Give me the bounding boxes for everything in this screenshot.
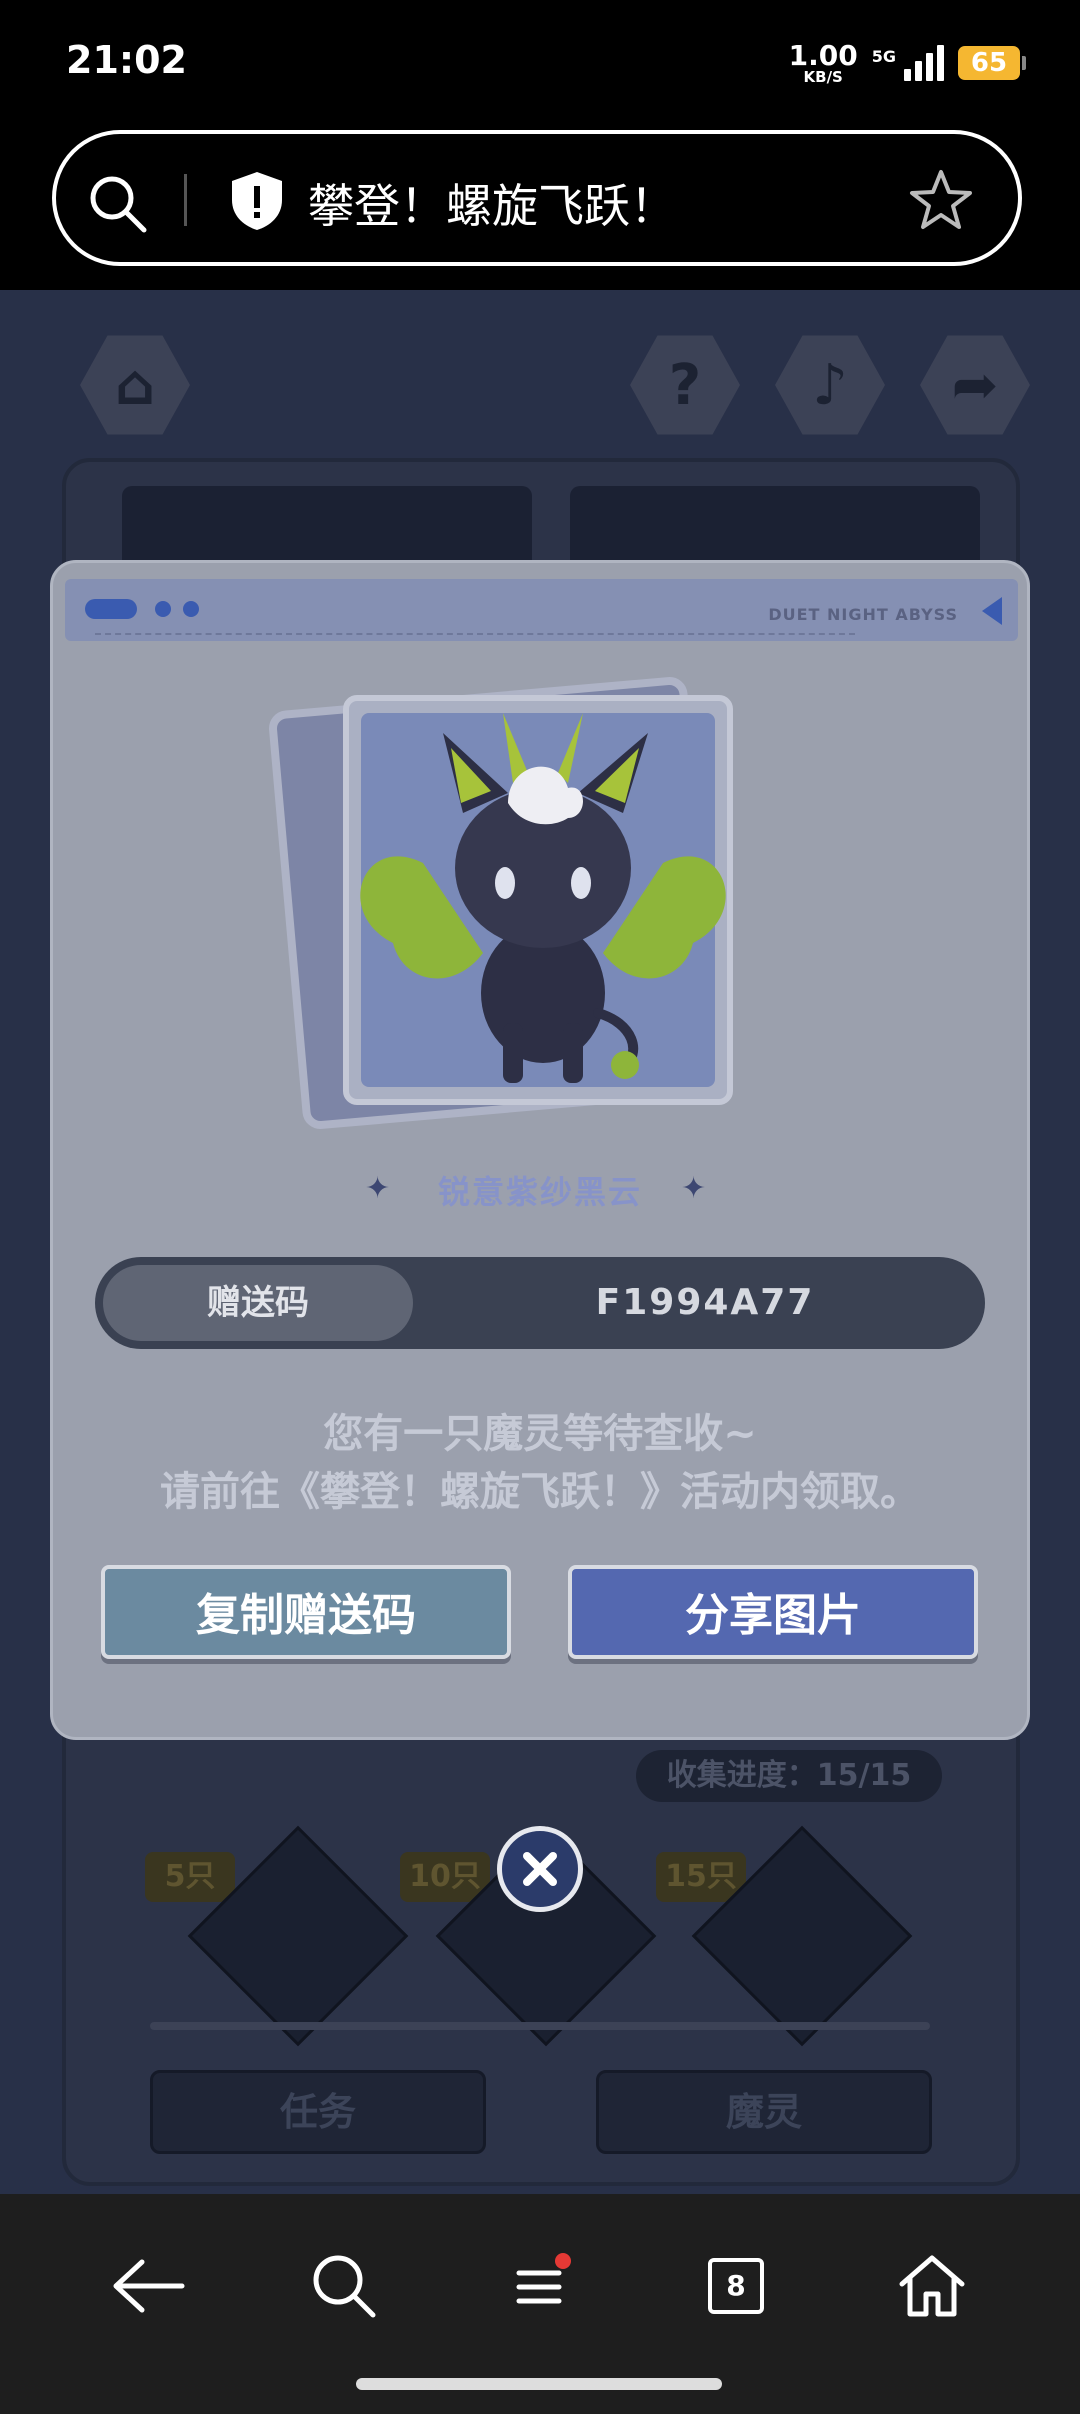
message-line-2: 请前往《攀登！螺旋飞跃！》活动内领取。 bbox=[160, 1469, 920, 1515]
browser-toolbar: 攀登！螺旋飞跃！ bbox=[0, 128, 1080, 290]
signal-icon bbox=[904, 45, 944, 81]
sparkle-icon: ✦ bbox=[681, 1171, 707, 1206]
status-icons: 1.00 KB/S 5G 65 bbox=[788, 38, 1026, 86]
music-icon: ♪ bbox=[775, 335, 885, 435]
menu-icon bbox=[516, 2253, 571, 2304]
close-icon bbox=[523, 1852, 557, 1886]
network-type: 5G bbox=[871, 46, 896, 66]
search-button[interactable] bbox=[304, 2246, 384, 2326]
divider bbox=[184, 174, 187, 226]
home-game-icon: ⌂ bbox=[80, 335, 190, 435]
shield-icon[interactable] bbox=[228, 170, 286, 236]
gift-code-dialog: DUET NIGHT ABYSS ✦ 锐意紫纱黑云 ✦ 赠送码 F1994A77… bbox=[50, 560, 1030, 1740]
header-arrow-icon bbox=[982, 597, 1002, 625]
gift-code-value: F1994A77 bbox=[595, 1282, 815, 1323]
tabs-button[interactable]: 8 bbox=[696, 2246, 776, 2326]
address-bar[interactable]: 攀登！螺旋飞跃！ bbox=[52, 130, 1022, 266]
status-bar: 21:02 1.00 KB/S 5G 65 bbox=[0, 0, 1080, 128]
star-icon[interactable] bbox=[908, 168, 974, 236]
search-icon[interactable] bbox=[86, 172, 150, 240]
search-icon bbox=[313, 2255, 376, 2318]
pet-illustration bbox=[360, 713, 726, 1083]
progress-track bbox=[150, 2022, 930, 2030]
share-game-icon: ➦ bbox=[920, 335, 1030, 435]
spirits-button: 魔灵 bbox=[596, 2070, 932, 2154]
close-button[interactable] bbox=[497, 1826, 583, 1912]
message-line-1: 您有一只魔灵等待查收~ bbox=[323, 1411, 757, 1457]
battery-icon: 65 bbox=[958, 46, 1026, 80]
share-image-button[interactable]: 分享图片 bbox=[568, 1565, 978, 1659]
gift-code-bar: 赠送码 F1994A77 bbox=[95, 1257, 985, 1349]
tasks-button: 任务 bbox=[150, 2070, 486, 2154]
clock: 21:02 bbox=[66, 38, 187, 82]
collection-progress: 收集进度：15/15 bbox=[636, 1750, 942, 1802]
header-dot bbox=[183, 601, 199, 617]
network-speed: 1.00 KB/S bbox=[788, 38, 858, 86]
menu-button[interactable] bbox=[500, 2246, 580, 2326]
copy-code-button[interactable]: 复制赠送码 bbox=[101, 1565, 511, 1659]
page-title[interactable]: 攀登！螺旋飞跃！ bbox=[308, 170, 676, 236]
home-button[interactable] bbox=[892, 2246, 972, 2326]
net-speed-value: 1.00 bbox=[788, 38, 858, 72]
header-dot bbox=[155, 601, 171, 617]
header-decoration bbox=[85, 599, 137, 619]
home-icon bbox=[899, 2255, 965, 2317]
pet-name: 锐意紫纱黑云 bbox=[437, 1173, 642, 1211]
header-line bbox=[95, 633, 855, 635]
net-speed-unit: KB/S bbox=[803, 67, 843, 86]
notification-dot bbox=[555, 2253, 571, 2269]
help-icon: ? bbox=[630, 335, 740, 435]
battery-level: 65 bbox=[970, 48, 1008, 78]
back-button[interactable] bbox=[108, 2246, 188, 2326]
dialog-header: DUET NIGHT ABYSS bbox=[65, 579, 1018, 641]
brand-text: DUET NIGHT ABYSS bbox=[768, 605, 958, 624]
tabs-icon: 8 bbox=[708, 2258, 764, 2314]
back-icon bbox=[113, 2259, 185, 2313]
home-indicator[interactable] bbox=[356, 2378, 722, 2390]
milestone-label: 5只 bbox=[145, 1852, 235, 1902]
gift-code-label: 赠送码 bbox=[103, 1265, 413, 1341]
